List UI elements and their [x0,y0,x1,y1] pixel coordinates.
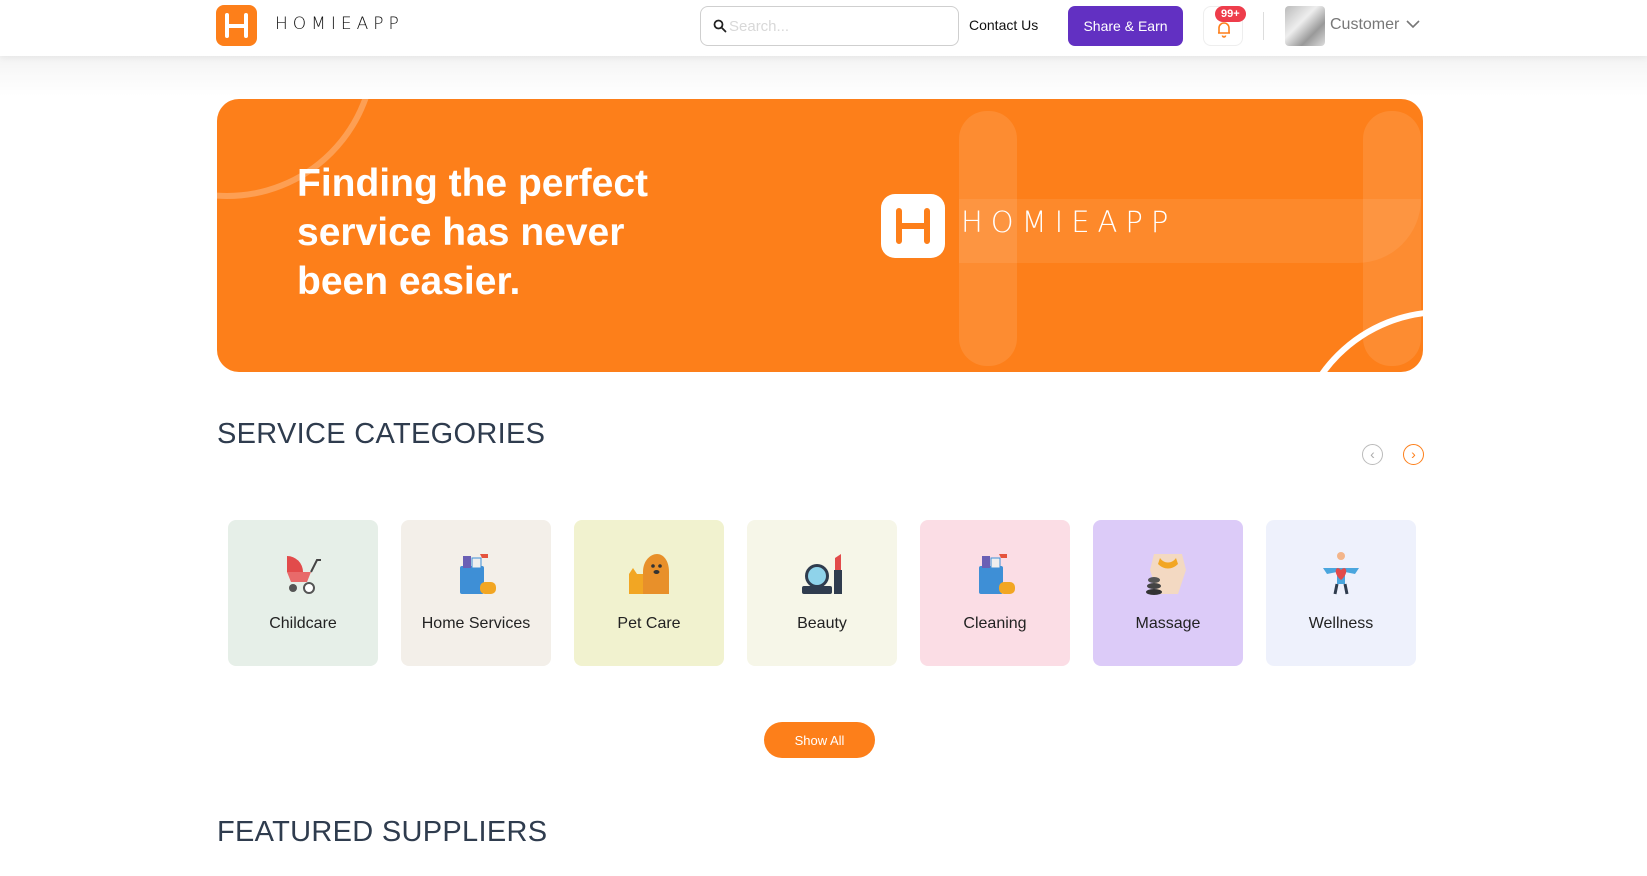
notification-count-badge: 99+ [1215,6,1246,22]
banner-logo-icon [881,194,945,258]
category-card-massage[interactable]: Massage [1093,520,1243,666]
hero-headline: Finding the perfect service has never be… [297,162,648,303]
featured-suppliers-title: FEATURED SUPPLIERS [217,816,548,848]
category-label: Pet Care [617,615,681,632]
logo-wordmark[interactable]: HOMIEAPP [275,14,404,34]
service-categories-title: SERVICE CATEGORIES [217,418,546,450]
hero-banner: Finding the perfect service has never be… [217,99,1423,372]
category-card-cleaning[interactable]: Cleaning [920,520,1070,666]
chevron-down-icon[interactable] [1406,20,1420,29]
header-divider [1263,12,1264,40]
category-card-home-services[interactable]: Home Services [401,520,551,666]
header-shadow [0,56,1647,96]
search-icon [713,19,727,33]
category-label: Massage [1135,615,1201,632]
makeup-icon [802,554,842,594]
stroller-icon [287,556,321,594]
category-label: Childcare [269,615,337,632]
user-menu-label[interactable]: Customer [1330,16,1399,34]
logo-icon[interactable] [216,5,257,46]
contact-us-link[interactable]: Contact Us [969,17,1038,33]
carousel-prev-button[interactable]: ‹ [1362,444,1383,465]
category-label: Beauty [797,615,847,632]
pets-icon [629,554,669,594]
massage-icon [1146,554,1186,595]
category-card-wellness[interactable]: Wellness [1266,520,1416,666]
category-card-childcare[interactable]: Childcare [228,520,378,666]
show-all-button[interactable]: Show All [764,722,875,758]
cleaning-supplies-icon [979,554,1015,594]
category-label: Home Services [421,615,531,632]
banner-logo-wordmark: HOMIEAPP [961,205,1177,239]
category-label: Wellness [1308,615,1374,632]
search-field[interactable] [700,6,959,46]
category-card-pet-care[interactable]: Pet Care [574,520,724,666]
top-nav: HOMIEAPP Contact Us Share & Earn 99+ Cus… [0,0,1647,56]
search-input[interactable] [729,15,949,37]
wellness-icon [1323,552,1359,595]
avatar[interactable] [1285,6,1325,46]
decorative-arc [1292,309,1423,372]
share-earn-button[interactable]: Share & Earn [1068,6,1183,46]
category-label: Cleaning [963,615,1027,632]
cleaning-supplies-icon [460,554,496,594]
bell-icon [1218,22,1230,38]
carousel-next-button[interactable]: › [1403,444,1424,465]
category-card-beauty[interactable]: Beauty [747,520,897,666]
